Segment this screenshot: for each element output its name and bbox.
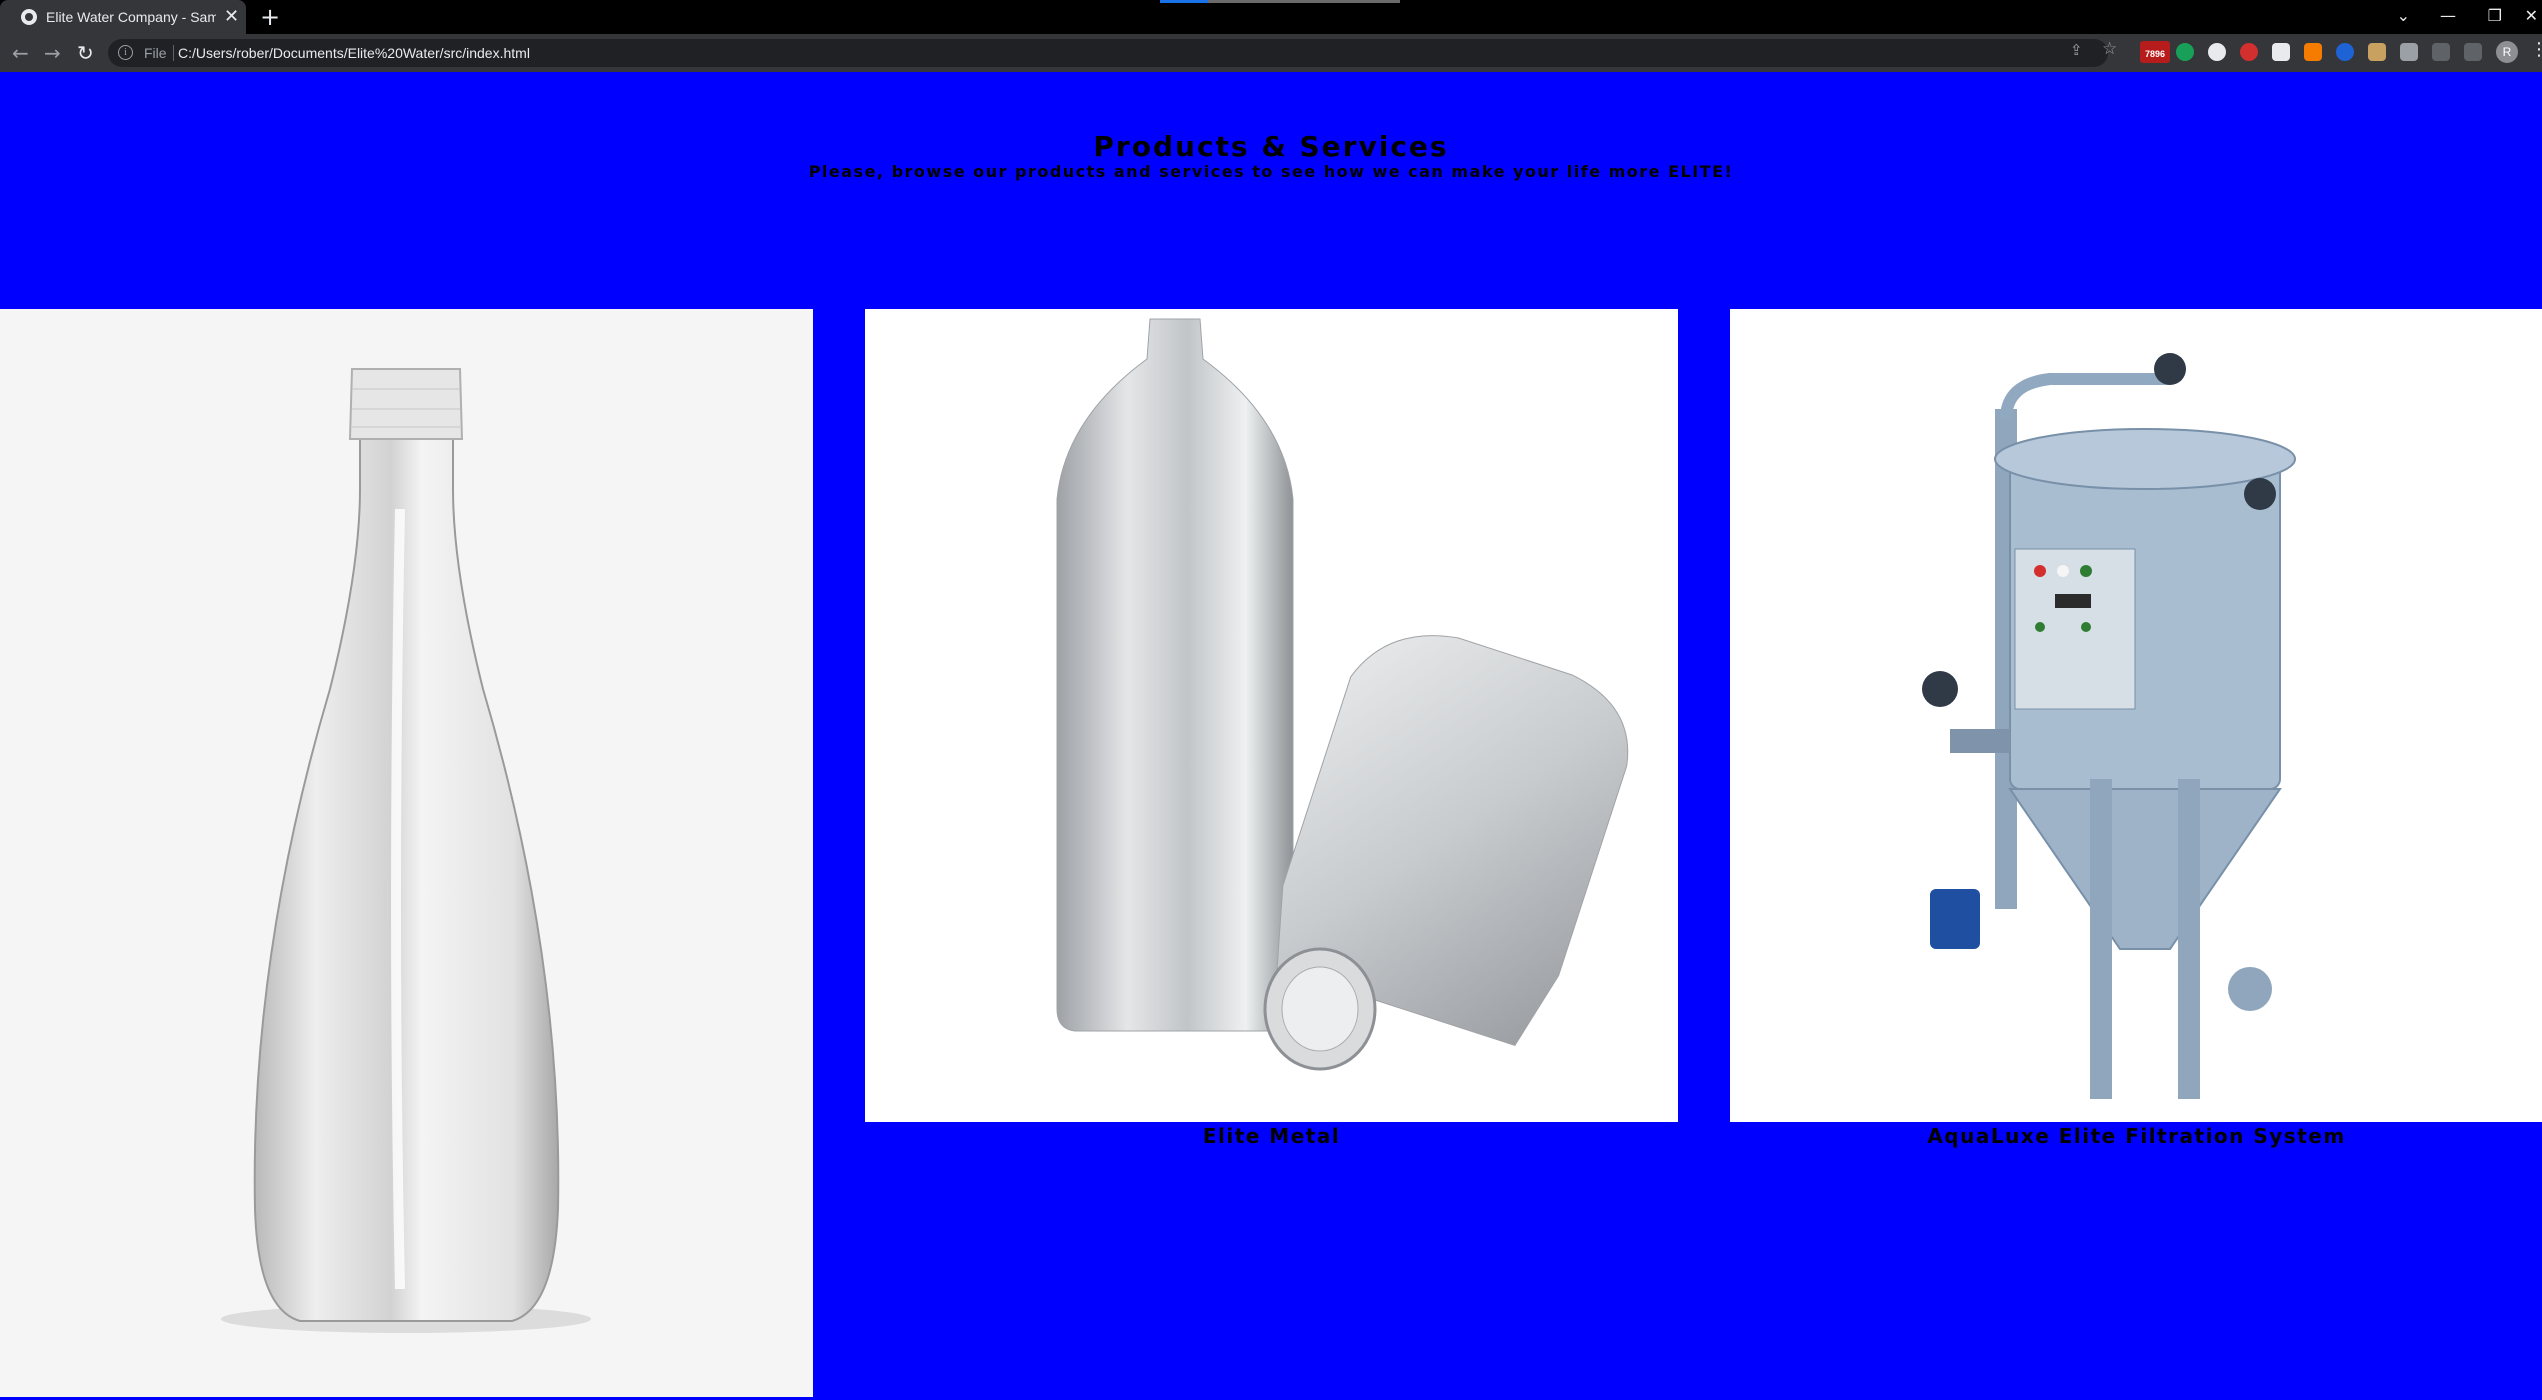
page-content: Products & Services Please, browse our p… (0, 72, 2542, 1400)
product-caption-elite-metal: Elite Metal (1202, 1124, 1341, 1148)
window-close-icon[interactable]: ✕ (2525, 6, 2538, 25)
forward-arrow-icon[interactable]: → (44, 41, 61, 65)
minimize-icon[interactable]: — (2440, 6, 2456, 25)
product-image-filtration-system[interactable] (1730, 309, 2542, 1122)
fox-extension-icon[interactable] (2304, 43, 2322, 61)
extension-badge-icon[interactable]: 7896 (2140, 41, 2170, 63)
glass-bottle-illustration (221, 368, 591, 1333)
address-bar[interactable]: i File C:/Users/rober/Documents/Elite%20… (108, 39, 2108, 67)
shield-extension-icon[interactable] (2240, 43, 2258, 61)
new-tab-button[interactable]: + (260, 3, 280, 31)
page-subtitle: Please, browse our products and services… (808, 162, 1734, 181)
info-icon[interactable]: i (118, 45, 133, 60)
tab-search-icon[interactable]: ⌄ (2397, 6, 2410, 25)
filtration-tank-illustration (1922, 353, 2296, 1099)
globe-icon (21, 9, 37, 25)
page-title: Products & Services (1093, 130, 1449, 163)
aluminum-bottles-illustration (1056, 318, 1629, 1071)
product-image-glass-bottle[interactable] (0, 309, 813, 1397)
back-arrow-icon[interactable]: ← (12, 41, 29, 65)
reading-list-icon[interactable] (2432, 43, 2450, 61)
share-icon[interactable]: ⇪ (2070, 41, 2083, 59)
side-panel-icon[interactable] (2464, 43, 2482, 61)
browser-toolbar: ← → ↻ i File C:/Users/rober/Documents/El… (0, 34, 2542, 72)
restore-icon[interactable]: ❐ (2488, 6, 2502, 25)
tab-drag-indicator (1160, 0, 1400, 3)
browser-tab-strip: Elite Water Company - Sample Si ✕ + ⌄ — … (0, 0, 2542, 34)
circle-extension-icon[interactable] (2336, 43, 2354, 61)
puzzle-extensions-icon[interactable] (2400, 43, 2418, 61)
s-extension-icon[interactable] (2208, 43, 2226, 61)
menu-kebab-icon[interactable]: ⋮ (2530, 39, 2542, 60)
grammarly-extension-icon[interactable] (2176, 43, 2194, 61)
url-text[interactable]: C:/Users/rober/Documents/Elite%20Water/s… (178, 45, 530, 61)
square-extension-icon[interactable] (2272, 43, 2290, 61)
bookmark-star-icon[interactable]: ☆ (2102, 39, 2117, 59)
tab-close-icon[interactable]: ✕ (224, 6, 239, 26)
tab-title: Elite Water Company - Sample Si (46, 9, 216, 25)
product-caption-filtration-system: AquaLuxe Elite Filtration System (1927, 1124, 2346, 1148)
reload-icon[interactable]: ↻ (77, 41, 94, 65)
profile-avatar[interactable]: R (2496, 41, 2518, 63)
active-tab[interactable]: Elite Water Company - Sample Si ✕ (0, 0, 246, 34)
cookie-extension-icon[interactable] (2368, 43, 2386, 61)
product-image-elite-metal[interactable] (865, 309, 1678, 1122)
address-divider (173, 45, 174, 61)
scheme-label: File (144, 45, 167, 61)
